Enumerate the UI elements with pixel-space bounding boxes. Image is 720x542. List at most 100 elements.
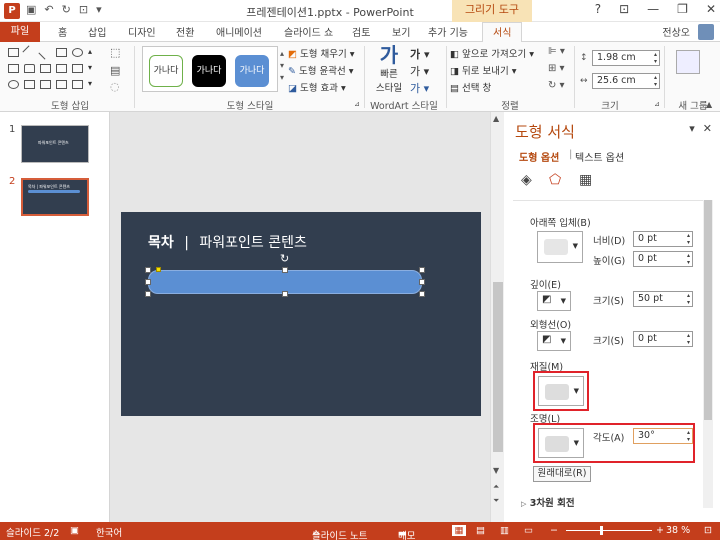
bracket-shape-icon[interactable] [56,80,67,89]
tab-view[interactable]: 보기 [392,24,410,39]
spinner-icon[interactable]: ▴ ▾ [654,51,657,65]
oval-shape-icon[interactable] [72,48,83,57]
rotate-icon[interactable]: ↻ ▾ [548,80,565,91]
rotate-handle-icon[interactable]: ↻ [280,252,289,265]
tab-shape-options[interactable]: 도형 옵션 [519,149,559,164]
zoom-level[interactable]: 38 % [666,525,690,536]
pane-scrollbar[interactable] [703,200,713,508]
resize-handle[interactable] [145,267,151,273]
gallery-more-icon[interactable]: ▴ ▾ ▾ [280,48,284,84]
next-slide-icon[interactable]: ⏷ [493,496,499,506]
shape-outline-button[interactable]: ✎ 도형 윤곽선 ▾ [288,63,354,77]
bevel-width-field[interactable]: 0 pt ▴ ▾ [633,231,693,247]
style-sample-1[interactable]: 가나다 [149,55,183,87]
undo-icon[interactable]: ↶ [44,3,53,16]
zoom-out-icon[interactable]: − [550,525,558,536]
zoom-slider[interactable] [566,530,652,531]
freeform-shape-icon[interactable] [40,80,51,89]
tab-file[interactable]: 파일 [0,22,40,42]
spinner-icon[interactable]: ▴ ▾ [687,232,690,246]
tab-insert[interactable]: 삽입 [88,24,106,39]
slide-thumbnail-1[interactable]: 파워포인트 콘텐츠 [21,125,89,163]
customize-qat-icon[interactable]: ▾ [96,3,102,16]
rectangle-shape-icon[interactable] [56,48,67,57]
save-icon[interactable]: ▣ [26,3,36,16]
scroll-down-icon[interactable]: ▼ [493,466,499,475]
textbox-shape-icon[interactable] [8,48,19,57]
slide-thumbnail-2[interactable]: 목차 | 파워포인트 콘텐츠 [21,178,89,216]
fit-to-window-icon[interactable]: ⊡ [704,525,712,536]
shape-width-field[interactable]: 25.6 cm ▴ ▾ [592,73,660,89]
redo-icon[interactable]: ↻ [62,3,71,16]
resize-handle[interactable] [145,291,151,297]
text-fill-icon[interactable]: 가 ▾ [410,46,429,62]
lighting-dropdown[interactable]: ▼ [538,428,584,458]
proofing-icon[interactable]: ▣ [70,525,79,536]
shape-fill-button[interactable]: ◩ 도형 채우기 ▾ [288,46,355,60]
tab-transitions[interactable]: 전환 [176,24,194,39]
depth-color-dropdown[interactable]: ◩ ▼ [537,291,571,311]
effects-pentagon-icon[interactable]: ⬠ [549,172,561,188]
callout-shape-icon[interactable] [72,80,83,89]
align-icon[interactable]: ⊫ ▾ [548,46,565,57]
slide-title[interactable]: 목차 | 파워포인트 콘텐츠 [148,232,307,252]
brace-shape-icon[interactable] [8,80,19,89]
contour-color-dropdown[interactable]: ◩ ▼ [537,331,571,351]
tab-slideshow[interactable]: 슬라이드 쇼 [284,24,333,39]
size-properties-icon[interactable]: ▦ [579,172,592,188]
resize-handle[interactable] [145,279,151,285]
resize-handle[interactable] [282,267,288,273]
scrollbar-thumb[interactable] [493,282,503,452]
close-icon[interactable]: ✕ [706,2,716,16]
arrow-shape-icon[interactable] [38,45,53,60]
zoom-in-icon[interactable]: + [656,525,664,536]
bring-forward-button[interactable]: ◧ 앞으로 가져오기 ▾ [450,46,534,60]
tab-addins[interactable]: 추가 기능 [428,24,468,39]
resize-handle[interactable] [419,291,425,297]
triangle-shape-icon[interactable] [24,64,35,73]
close-icon[interactable]: ✕ [703,122,712,135]
reset-button[interactable]: 원래대로(R) [533,466,591,482]
spinner-icon[interactable]: ▴ ▾ [687,332,690,346]
scrollbar-thumb[interactable] [704,200,712,420]
slide-sorter-icon[interactable]: ▤ [476,525,485,536]
shape-height-field[interactable]: 1.98 cm ▴ ▾ [592,50,660,66]
material-dropdown[interactable]: ▼ [538,376,584,406]
elbow-shape-icon[interactable] [56,64,67,73]
reading-view-icon[interactable]: ▥ [500,525,509,536]
tab-animations[interactable]: 애니메이션 [216,24,262,39]
star-shape-icon[interactable] [24,80,35,89]
dialog-launcher-icon[interactable]: ⊿ [354,100,360,108]
bottom-bevel-dropdown[interactable]: ▼ [537,231,583,263]
adjust-handle[interactable] [156,267,161,272]
spinner-icon[interactable]: ▴ ▾ [687,292,690,306]
dialog-launcher-icon[interactable]: ⊿ [654,100,660,108]
spinner-icon[interactable]: ▴ ▾ [687,252,690,266]
canvas-scrollbar[interactable]: ▲ ▼ ⏶ ⏷ [490,112,504,522]
connector-shape-icon[interactable] [40,64,51,73]
spinner-icon[interactable]: ▴ ▾ [687,429,690,443]
help-icon[interactable]: ? [595,2,601,16]
edit-shape-icon[interactable]: ⬚ [110,46,120,59]
tab-format[interactable]: 서식 [482,22,523,43]
depth-size-field[interactable]: 50 pt ▴ ▾ [633,291,693,307]
quick-styles-button[interactable]: 가 빠른 스타일 [372,44,406,96]
bevel-height-field[interactable]: 0 pt ▴ ▾ [633,251,693,267]
collapse-ribbon-icon[interactable]: ▲ [706,100,712,109]
restore-icon[interactable]: ❐ [677,2,688,16]
text-outline-icon[interactable]: 가 ▾ [410,63,429,79]
contour-size-field[interactable]: 0 pt ▴ ▾ [633,331,693,347]
language-indicator[interactable]: 한국어 [96,525,122,539]
normal-view-icon[interactable]: ▦ [452,525,466,536]
merge-shapes-icon[interactable]: ◌ [110,80,120,93]
send-backward-button[interactable]: ◨ 뒤로 보내기 ▾ [450,63,517,77]
spinner-icon[interactable]: ▴ ▾ [654,74,657,88]
slideshow-icon[interactable]: ⊡ [79,3,88,16]
pane-options-icon[interactable]: ▾ [689,122,695,135]
line-shape-icon[interactable] [22,45,37,60]
selection-pane-button[interactable]: ▤ 선택 창 [450,80,491,94]
style-sample-3[interactable]: 가나다 [235,55,269,87]
resize-handle[interactable] [419,279,425,285]
scroll-down-icon[interactable]: ▾ [88,64,99,73]
shape-effects-button[interactable]: ◪ 도형 효과 ▾ [288,80,346,94]
